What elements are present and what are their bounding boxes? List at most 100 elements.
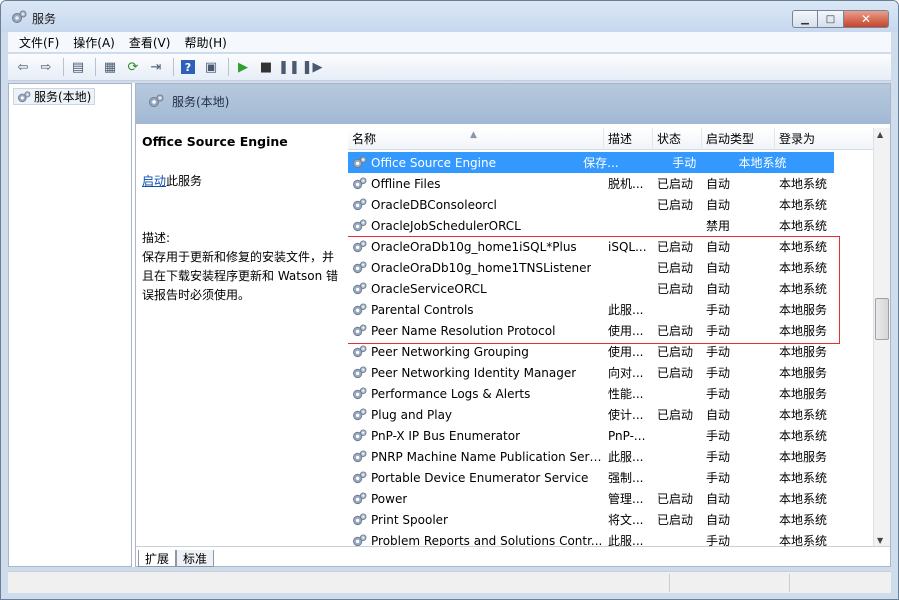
service-status-cell: 已启动 [657, 324, 694, 338]
service-name: Power [371, 491, 408, 506]
export-button[interactable]: ⇥ [146, 57, 166, 77]
service-status-cell: 已启动 [657, 408, 694, 422]
service-row[interactable]: OracleOraDb10g_home1TNSListener 已启动 自动 本地系统 [348, 257, 885, 278]
scroll-thumb[interactable] [875, 298, 889, 340]
toolbar-separator [63, 58, 64, 76]
properties-button[interactable]: ▦ [100, 57, 120, 77]
console-tree-button[interactable]: ▤ [68, 57, 88, 77]
service-row[interactable]: Peer Networking Identity Manager 向对... 已启动… [348, 362, 885, 383]
service-gear-icon [352, 198, 367, 211]
status-bar [8, 571, 891, 593]
service-row[interactable]: Offline Files 脱机... 已启动 自动 本地系统 [348, 173, 885, 194]
service-row[interactable]: OracleOraDb10g_home1iSQL*Plus iSQL... 已启动自… [348, 236, 885, 257]
service-description-cell: 此服... [608, 450, 644, 464]
service-name-cell: Problem Reports and Solutions Contr... [348, 534, 604, 547]
menu-file[interactable]: 文件(F) [12, 34, 66, 51]
service-row[interactable]: Performance Logs & Alerts 性能... 手动 本地服务 [348, 383, 885, 404]
scroll-up-icon[interactable]: ▲ [877, 130, 883, 139]
back-button[interactable]: ⇦ [13, 57, 33, 77]
service-name: Peer Name Resolution Protocol [371, 323, 556, 338]
column-header-status[interactable]: 状态 [653, 128, 702, 150]
vertical-scrollbar[interactable]: ▲ ▼ [873, 128, 890, 547]
service-description-cell: 脱机... [608, 177, 644, 191]
service-gear-icon [352, 471, 367, 484]
service-gear-icon [352, 345, 367, 358]
service-startup-type-cell: 手动 [706, 324, 731, 338]
toolbar-separator [173, 58, 174, 76]
window-controls: ▁ □ ✕ [792, 10, 889, 28]
start-service-link[interactable]: 启动 [142, 174, 166, 188]
service-row[interactable]: Peer Networking Grouping 使用... 已启动 手动 本地服务 [348, 341, 885, 362]
service-row[interactable]: Print Spooler 将文... 已启动 自动 本地系统 [348, 509, 885, 530]
pause-service-button[interactable]: ❚❚ [278, 57, 300, 77]
properties-icon: ▦ [103, 59, 117, 75]
column-header-startup-type[interactable]: 启动类型 [702, 128, 775, 150]
menu-action[interactable]: 操作(A) [66, 34, 122, 51]
stop-service-button[interactable]: ■ [256, 57, 276, 77]
start-service-button[interactable]: ▶ [233, 57, 253, 77]
service-row[interactable]: Portable Device Enumerator Service 强制... 手… [348, 467, 885, 488]
main-content: 服务(本地) 服务(本地) Office Source Engine 启动此服务… [8, 83, 891, 567]
service-row[interactable]: Problem Reports and Solutions Contr... 此服… [348, 530, 885, 547]
service-name-cell: OracleOraDb10g_home1iSQL*Plus [348, 240, 604, 254]
resume-icon: ❚▶ [301, 59, 323, 75]
tree-node-services-local[interactable]: 服务(本地) [13, 88, 96, 105]
service-row[interactable]: OracleJobSchedulerORCL 禁用 本地系统 [348, 215, 885, 236]
service-gear-icon [352, 366, 367, 379]
service-status-cell: 已启动 [657, 345, 694, 359]
service-log-on-cell: 本地服务 [779, 345, 828, 359]
maximize-button[interactable]: □ [818, 10, 844, 28]
status-divider [669, 574, 670, 592]
menu-view[interactable]: 查看(V) [122, 34, 178, 51]
service-row[interactable]: OracleServiceORCL 已启动 自动 本地系统 [348, 278, 885, 299]
service-row[interactable]: OracleDBConsoleorcl 已启动 自动 本地系统 [348, 194, 885, 215]
resume-service-button[interactable]: ❚▶ [301, 57, 323, 77]
title-bar[interactable]: 服务 ▁ □ ✕ [1, 1, 898, 32]
service-gear-icon [352, 219, 367, 232]
service-log-on-cell: 本地系统 [779, 534, 828, 547]
service-row[interactable]: PnP-X IP Bus Enumerator PnP-... 手动 本地系统 [348, 425, 885, 446]
help-button[interactable]: ? [178, 57, 198, 77]
console-tree-icon: ▤ [71, 59, 85, 75]
show-hide-button[interactable]: ▣ [201, 57, 221, 77]
service-name-cell: Print Spooler [348, 513, 604, 527]
forward-button[interactable]: ⇨ [36, 57, 56, 77]
menu-help[interactable]: 帮助(H) [177, 34, 233, 51]
minimize-button[interactable]: ▁ [792, 10, 818, 28]
service-gear-icon [352, 261, 367, 274]
service-log-on-cell: 本地系统 [738, 156, 787, 170]
service-name: Peer Networking Identity Manager [371, 365, 577, 380]
service-gear-icon [352, 156, 367, 169]
close-button[interactable]: ✕ [844, 10, 889, 28]
service-startup-type-cell: 手动 [706, 303, 731, 317]
service-status-cell: 已启动 [657, 366, 694, 380]
service-startup-type-cell: 手动 [706, 429, 731, 443]
tab-standard[interactable]: 标准 [176, 550, 215, 567]
service-log-on-cell: 本地系统 [779, 408, 828, 422]
scroll-down-icon[interactable]: ▼ [877, 536, 883, 545]
column-header-log-on-as[interactable]: 登录为 [775, 128, 885, 150]
service-name-cell: Portable Device Enumerator Service [348, 471, 604, 485]
help-icon: ? [181, 60, 195, 74]
service-description-cell: 性能... [608, 387, 644, 401]
column-header-name[interactable]: ▲ 名称 [348, 128, 604, 150]
service-log-on-cell: 本地系统 [779, 492, 828, 506]
service-name: OracleServiceORCL [371, 281, 487, 296]
refresh-button[interactable]: ⟳ [123, 57, 143, 77]
tab-extended[interactable]: 扩展 [138, 550, 177, 567]
service-row[interactable]: Parental Controls 此服... 手动 本地服务 [348, 299, 885, 320]
service-log-on-cell: 本地系统 [779, 513, 828, 527]
service-gear-icon [352, 303, 367, 316]
service-status-cell: 已启动 [657, 513, 694, 527]
service-row[interactable]: Plug and Play 使计... 已启动 自动 本地系统 [348, 404, 885, 425]
service-startup-type-cell: 手动 [672, 156, 697, 170]
service-log-on-cell: 本地系统 [779, 177, 828, 191]
service-row[interactable]: Power 管理... 已启动 自动 本地系统 [348, 488, 885, 509]
service-row[interactable]: Peer Name Resolution Protocol 使用... 已启动 手动 本… [348, 320, 885, 341]
column-header-description[interactable]: 描述 [604, 128, 653, 150]
service-name: Parental Controls [371, 302, 474, 317]
service-row[interactable]: Office Source Engine 保存... 手动 本地系统 [348, 152, 834, 173]
service-row[interactable]: PNRP Machine Name Publication Serv... 此服.… [348, 446, 885, 467]
start-service-suffix: 此服务 [166, 174, 203, 188]
service-startup-type-cell: 自动 [706, 261, 731, 275]
